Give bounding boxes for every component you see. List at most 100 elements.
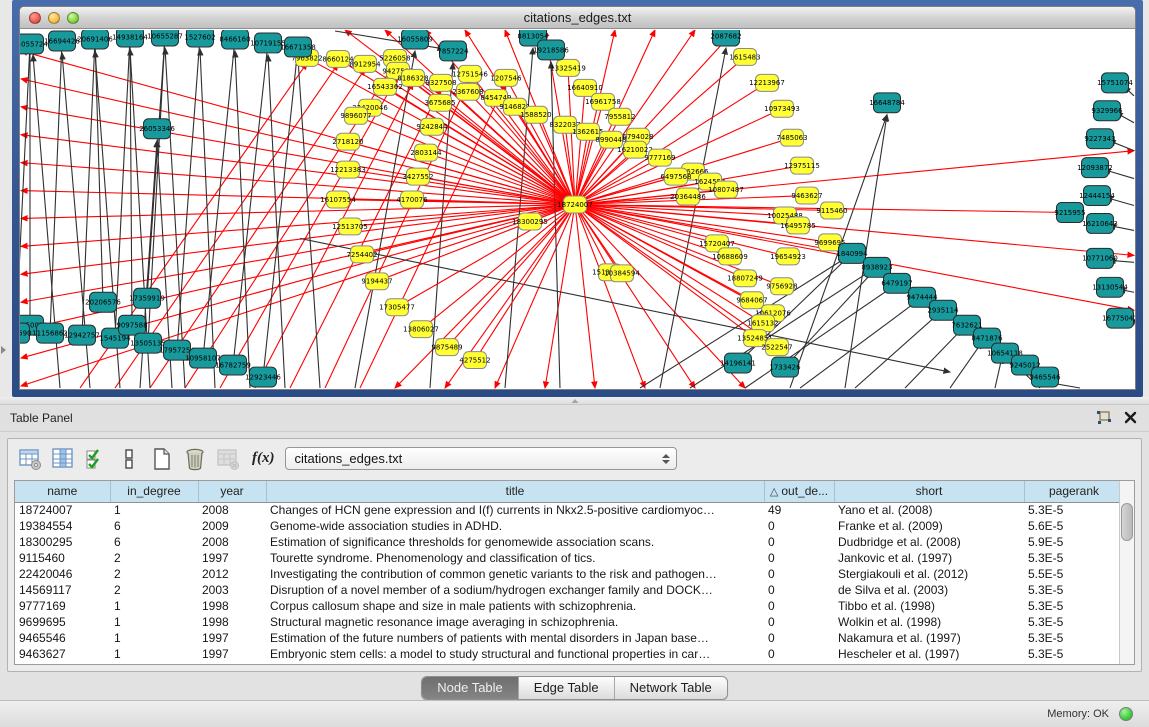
table-cell[interactable]: 1997 [198, 550, 266, 566]
table-cell[interactable]: 5.3E-5 [1024, 646, 1124, 662]
table-cell[interactable]: 14569117 [15, 582, 110, 598]
table-cell[interactable]: Stergiakouli et al. (2012) [834, 566, 1024, 582]
table-cell[interactable]: 0 [764, 630, 834, 646]
table-cell[interactable]: 1997 [198, 646, 266, 662]
graph-edge[interactable] [235, 51, 250, 388]
graph-edge[interactable] [255, 83, 413, 388]
memory-ok-led-icon[interactable] [1119, 707, 1133, 721]
table-cell[interactable]: 2012 [198, 566, 266, 582]
table-cell[interactable]: 0 [764, 582, 834, 598]
table-cell[interactable]: Jankovic et al. (1997) [834, 550, 1024, 566]
table-cell[interactable]: Estimation of the future numbers of pati… [266, 630, 764, 646]
new-document-icon[interactable] [149, 446, 175, 472]
column-header-in_degree[interactable]: in_degree [110, 481, 198, 502]
graph-edge[interactable] [21, 205, 575, 303]
tab-node-table[interactable]: Node Table [422, 677, 518, 699]
graph-edge[interactable] [545, 205, 575, 388]
table-cell[interactable]: Wolkin et al. (1998) [834, 614, 1024, 630]
table-row[interactable]: 946362711997Embryonic stem cells: a mode… [15, 646, 1124, 662]
graph-edge[interactable] [203, 39, 235, 358]
close-window-icon[interactable] [29, 12, 41, 24]
scrollbar-thumb[interactable] [1121, 503, 1133, 541]
table-cell[interactable]: 18300295 [15, 534, 110, 550]
column-header-out_de[interactable]: △out_de... [764, 481, 834, 502]
table-cell[interactable]: 22420046 [15, 566, 110, 582]
table-cell[interactable]: 9777169 [15, 598, 110, 614]
table-row[interactable]: 2242004622012Investigating the contribut… [15, 566, 1124, 582]
graph-edge[interactable] [362, 205, 575, 255]
table-row[interactable]: 946554611997Estimation of the future num… [15, 630, 1124, 646]
graph-edge[interactable] [20, 44, 30, 333]
column-header-pagerank[interactable]: pagerank [1024, 481, 1124, 502]
row-selection-icon[interactable] [83, 446, 109, 472]
column-header-short[interactable]: short [834, 481, 1024, 502]
panel-splitter[interactable] [0, 397, 1149, 405]
table-cell[interactable]: 2 [110, 566, 198, 582]
table-cell[interactable]: 6 [110, 518, 198, 534]
network-graph[interactable]: 1872400718300295796382286601248912954522… [20, 30, 1135, 389]
table-row[interactable]: 1456911722003Disruption of a novel membe… [15, 582, 1124, 598]
splitter-grip-icon[interactable] [572, 399, 579, 403]
table-cell[interactable]: 9463627 [15, 646, 110, 662]
table-cell[interactable]: 1998 [198, 614, 266, 630]
table-cell[interactable]: 5.3E-5 [1024, 582, 1124, 598]
graph-edge[interactable] [21, 205, 575, 219]
table-cell[interactable]: 2008 [198, 502, 266, 518]
table-cell[interactable]: 0 [764, 566, 834, 582]
table-row[interactable]: 1938455462009Genome-wide association stu… [15, 518, 1124, 534]
table-cell[interactable]: 0 [764, 518, 834, 534]
table-cell[interactable]: 49 [764, 502, 834, 518]
table-row[interactable]: 911546021997Tourette syndrome. Phenomeno… [15, 550, 1124, 566]
table-cell[interactable]: 2008 [198, 534, 266, 550]
table-cell[interactable]: Franke et al. (2009) [834, 518, 1024, 534]
vertical-scrollbar[interactable] [1119, 481, 1134, 664]
table-cell[interactable]: 1 [110, 598, 198, 614]
close-panel-icon[interactable] [1124, 411, 1137, 429]
table-cell[interactable]: 2 [110, 582, 198, 598]
table-cell[interactable]: Investigating the contribution of common… [266, 566, 764, 582]
table-cell[interactable]: Estimation of significance thresholds fo… [266, 534, 764, 550]
table-cell[interactable]: 0 [764, 646, 834, 662]
graph-edge[interactable] [220, 76, 398, 388]
table-cell[interactable]: 9465546 [15, 630, 110, 646]
zoom-window-icon[interactable] [67, 12, 79, 24]
table-selector-dropdown[interactable]: citations_edges.txt [285, 447, 677, 470]
table-row[interactable]: 969969511998Structural magnetic resonanc… [15, 614, 1124, 630]
table-row[interactable]: 1872400712008Changes of HCN gene express… [15, 502, 1124, 518]
table-cell[interactable]: 1 [110, 502, 198, 518]
graph-edge[interactable] [21, 205, 575, 275]
table-cell[interactable]: 1 [110, 646, 198, 662]
graph-edge[interactable] [268, 55, 285, 388]
table-cell[interactable]: 9699695 [15, 614, 110, 630]
table-cell[interactable]: 9115460 [15, 550, 110, 566]
table-cell[interactable]: 5.5E-5 [1024, 566, 1124, 582]
table-cell[interactable]: 5.3E-5 [1024, 630, 1124, 646]
graph-edge[interactable] [177, 37, 200, 350]
graph-edge[interactable] [115, 37, 130, 338]
network-canvas[interactable]: 1872400718300295796382286601248912954522… [20, 30, 1135, 389]
table-cell[interactable]: 2 [110, 550, 198, 566]
graph-edge[interactable] [95, 39, 103, 302]
table-cell[interactable]: Tourette syndrome. Phenomenology and cla… [266, 550, 764, 566]
table-cell[interactable]: 0 [764, 614, 834, 630]
graph-edge[interactable] [855, 314, 938, 388]
table-cell[interactable]: 5.3E-5 [1024, 614, 1124, 630]
graph-edge[interactable] [200, 49, 215, 388]
graph-edge[interactable] [575, 205, 788, 257]
table-cell[interactable]: 0 [764, 550, 834, 566]
table-cell[interactable]: 5.6E-5 [1024, 518, 1124, 534]
table-cell[interactable]: 1 [110, 630, 198, 646]
table-cell[interactable]: Corpus callosum shape and size in male p… [266, 598, 764, 614]
table-cell[interactable]: 0 [764, 534, 834, 550]
graph-edge[interactable] [298, 59, 320, 388]
table-cell[interactable]: 5.3E-5 [1024, 598, 1124, 614]
graph-edge[interactable] [950, 342, 982, 388]
table-cell[interactable]: 19384554 [15, 518, 110, 534]
network-window-titlebar[interactable]: citations_edges.txt [20, 7, 1135, 29]
table-cell[interactable]: Changes of HCN gene expression and I(f) … [266, 502, 764, 518]
graph-edge[interactable] [50, 41, 62, 333]
column-header-name[interactable]: name [15, 481, 110, 502]
table-cell[interactable]: Structural magnetic resonance image aver… [266, 614, 764, 630]
function-builder-icon[interactable]: f(x) [252, 450, 275, 467]
table-cell[interactable]: Tibbo et al. (1998) [834, 598, 1024, 614]
